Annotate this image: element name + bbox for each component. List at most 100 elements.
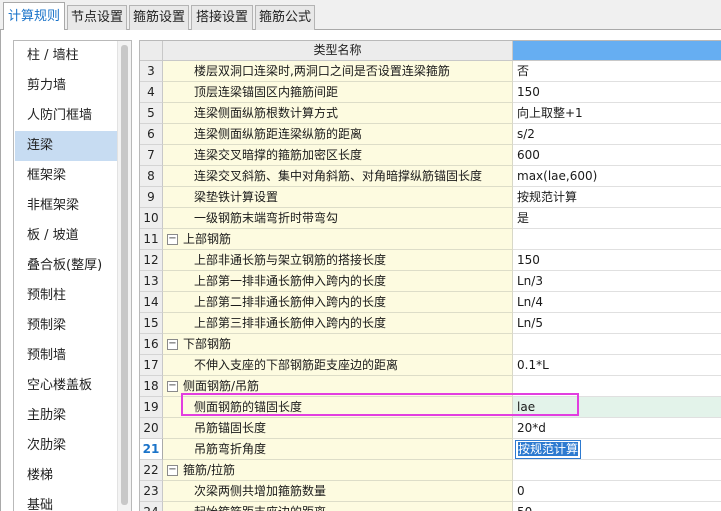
group-name-cell[interactable]: − 上部钢筋 xyxy=(163,229,513,250)
table-row[interactable]: 13 上部第一排非通长筋伸入跨内的长度 Ln/3 xyxy=(140,271,721,292)
rule-value-cell[interactable] xyxy=(513,376,721,397)
rule-name-cell[interactable]: 连梁侧面纵筋距连梁纵筋的距离 xyxy=(163,124,513,145)
row-number[interactable]: 16 xyxy=(140,334,163,355)
group-name-cell[interactable]: − 侧面钢筋/吊筋 xyxy=(163,376,513,397)
category-item[interactable]: 非框架梁 xyxy=(15,191,118,221)
rule-value-cell[interactable]: 按规范计算 xyxy=(513,439,721,460)
row-number[interactable]: 14 xyxy=(140,292,163,313)
rule-name-cell[interactable]: 上部第二排非通长筋伸入跨内的长度 xyxy=(163,292,513,313)
rule-value-cell[interactable]: 50 xyxy=(513,502,721,511)
row-number[interactable]: 4 xyxy=(140,82,163,103)
table-row[interactable]: 5 连梁侧面纵筋根数计算方式 向上取整+1 xyxy=(140,103,721,124)
category-item[interactable]: 主肋梁 xyxy=(15,401,118,431)
rule-name-cell[interactable]: 上部第三排非通长筋伸入跨内的长度 xyxy=(163,313,513,334)
rule-name-cell[interactable]: 连梁交叉斜筋、集中对角斜筋、对角暗撑纵筋锚固长度 xyxy=(163,166,513,187)
tab-lap-settings[interactable]: 搭接设置 xyxy=(191,5,253,30)
rule-value-cell[interactable]: 600 xyxy=(513,145,721,166)
rule-value-cell[interactable]: 20*d xyxy=(513,418,721,439)
collapse-toggle-icon[interactable]: − xyxy=(167,465,178,476)
table-row[interactable]: 11− 上部钢筋 xyxy=(140,229,721,250)
table-row[interactable]: 7 连梁交叉暗撑的箍筋加密区长度 600 xyxy=(140,145,721,166)
rule-name-cell[interactable]: 不伸入支座的下部钢筋距支座边的距离 xyxy=(163,355,513,376)
rule-value-cell[interactable]: Ln/4 xyxy=(513,292,721,313)
category-scrollbar[interactable] xyxy=(117,41,131,511)
table-row[interactable]: 21 吊筋弯折角度 按规范计算 xyxy=(140,439,721,460)
rule-name-cell[interactable]: 上部第一排非通长筋伸入跨内的长度 xyxy=(163,271,513,292)
table-row[interactable]: 19 侧面钢筋的锚固长度 lae xyxy=(140,397,721,418)
rule-value-cell[interactable] xyxy=(513,460,721,481)
rule-name-cell[interactable]: 次梁两侧共增加箍筋数量 xyxy=(163,481,513,502)
rule-value-cell[interactable] xyxy=(513,334,721,355)
table-row[interactable]: 15 上部第三排非通长筋伸入跨内的长度 Ln/5 xyxy=(140,313,721,334)
row-number[interactable]: 10 xyxy=(140,208,163,229)
row-number[interactable]: 15 xyxy=(140,313,163,334)
table-row[interactable]: 6 连梁侧面纵筋距连梁纵筋的距离 s/2 xyxy=(140,124,721,145)
table-row[interactable]: 16− 下部钢筋 xyxy=(140,334,721,355)
rule-value-cell[interactable]: 0.1*L xyxy=(513,355,721,376)
category-scrollbar-thumb[interactable] xyxy=(121,45,128,505)
rule-value-cell[interactable]: 否 xyxy=(513,61,721,82)
rule-value-cell[interactable]: max(lae,600) xyxy=(513,166,721,187)
category-item[interactable]: 预制墙 xyxy=(15,341,118,371)
row-number[interactable]: 5 xyxy=(140,103,163,124)
table-row[interactable]: 24 起始箍筋距支座边的距离 50 xyxy=(140,502,721,511)
rule-name-cell[interactable]: 起始箍筋距支座边的距离 xyxy=(163,502,513,511)
rule-name-cell[interactable]: 一级钢筋末端弯折时带弯勾 xyxy=(163,208,513,229)
row-number[interactable]: 7 xyxy=(140,145,163,166)
table-row[interactable]: 9 梁垫铁计算设置 按规范计算 xyxy=(140,187,721,208)
group-name-cell[interactable]: − 箍筋/拉筋 xyxy=(163,460,513,481)
collapse-toggle-icon[interactable]: − xyxy=(167,339,178,350)
group-name-cell[interactable]: − 下部钢筋 xyxy=(163,334,513,355)
table-row[interactable]: 3 楼层双洞口连梁时,两洞口之间是否设置连梁箍筋 否 xyxy=(140,61,721,82)
rule-value-cell[interactable]: Ln/5 xyxy=(513,313,721,334)
rule-name-cell[interactable]: 顶层连梁锚固区内箍筋间距 xyxy=(163,82,513,103)
row-number[interactable]: 22 xyxy=(140,460,163,481)
table-row[interactable]: 22− 箍筋/拉筋 xyxy=(140,460,721,481)
row-number[interactable]: 21 xyxy=(140,439,163,460)
row-number[interactable]: 11 xyxy=(140,229,163,250)
tab-calc-rules[interactable]: 计算规则 xyxy=(3,2,65,31)
column-header-name[interactable]: 类型名称 xyxy=(163,41,513,60)
rule-name-cell[interactable]: 连梁交叉暗撑的箍筋加密区长度 xyxy=(163,145,513,166)
rule-name-cell[interactable]: 侧面钢筋的锚固长度 xyxy=(163,397,513,418)
row-number[interactable]: 3 xyxy=(140,61,163,82)
rule-name-cell[interactable]: 上部非通长筋与架立钢筋的搭接长度 xyxy=(163,250,513,271)
table-row[interactable]: 20 吊筋锚固长度 20*d xyxy=(140,418,721,439)
rule-value-cell[interactable]: 150 xyxy=(513,82,721,103)
row-number[interactable]: 8 xyxy=(140,166,163,187)
row-number[interactable]: 9 xyxy=(140,187,163,208)
rule-value-cell[interactable]: 是 xyxy=(513,208,721,229)
row-number[interactable]: 24 xyxy=(140,502,163,511)
row-number[interactable]: 18 xyxy=(140,376,163,397)
table-row[interactable]: 12 上部非通长筋与架立钢筋的搭接长度 150 xyxy=(140,250,721,271)
table-row[interactable]: 18− 侧面钢筋/吊筋 xyxy=(140,376,721,397)
rule-value-cell[interactable]: 按规范计算 xyxy=(513,187,721,208)
rule-name-cell[interactable]: 吊筋锚固长度 xyxy=(163,418,513,439)
row-number[interactable]: 17 xyxy=(140,355,163,376)
category-item[interactable]: 基础 xyxy=(15,491,118,511)
category-item[interactable]: 柱 / 墙柱 xyxy=(15,41,118,71)
category-item[interactable]: 楼梯 xyxy=(15,461,118,491)
category-item[interactable]: 空心楼盖板 xyxy=(15,371,118,401)
row-number[interactable]: 6 xyxy=(140,124,163,145)
row-number[interactable]: 12 xyxy=(140,250,163,271)
row-number[interactable]: 19 xyxy=(140,397,163,418)
tab-stirrup-settings[interactable]: 箍筋设置 xyxy=(129,5,189,30)
table-row[interactable]: 17 不伸入支座的下部钢筋距支座边的距离 0.1*L xyxy=(140,355,721,376)
category-item[interactable]: 剪力墙 xyxy=(15,71,118,101)
rule-name-cell[interactable]: 吊筋弯折角度 xyxy=(163,439,513,460)
row-number[interactable]: 20 xyxy=(140,418,163,439)
table-row[interactable]: 14 上部第二排非通长筋伸入跨内的长度 Ln/4 xyxy=(140,292,721,313)
table-row[interactable]: 23 次梁两侧共增加箍筋数量 0 xyxy=(140,481,721,502)
tab-stirrup-formula[interactable]: 箍筋公式 xyxy=(255,5,315,30)
column-header-value[interactable] xyxy=(513,41,721,60)
rule-value-cell[interactable] xyxy=(513,229,721,250)
tab-node-settings[interactable]: 节点设置 xyxy=(67,5,127,30)
table-row[interactable]: 4 顶层连梁锚固区内箍筋间距 150 xyxy=(140,82,721,103)
category-item[interactable]: 叠合板(整厚) xyxy=(15,251,118,281)
rule-name-cell[interactable]: 梁垫铁计算设置 xyxy=(163,187,513,208)
rule-value-cell[interactable]: lae xyxy=(513,397,721,418)
row-number[interactable]: 13 xyxy=(140,271,163,292)
collapse-toggle-icon[interactable]: − xyxy=(167,234,178,245)
rule-value-cell[interactable]: 向上取整+1 xyxy=(513,103,721,124)
